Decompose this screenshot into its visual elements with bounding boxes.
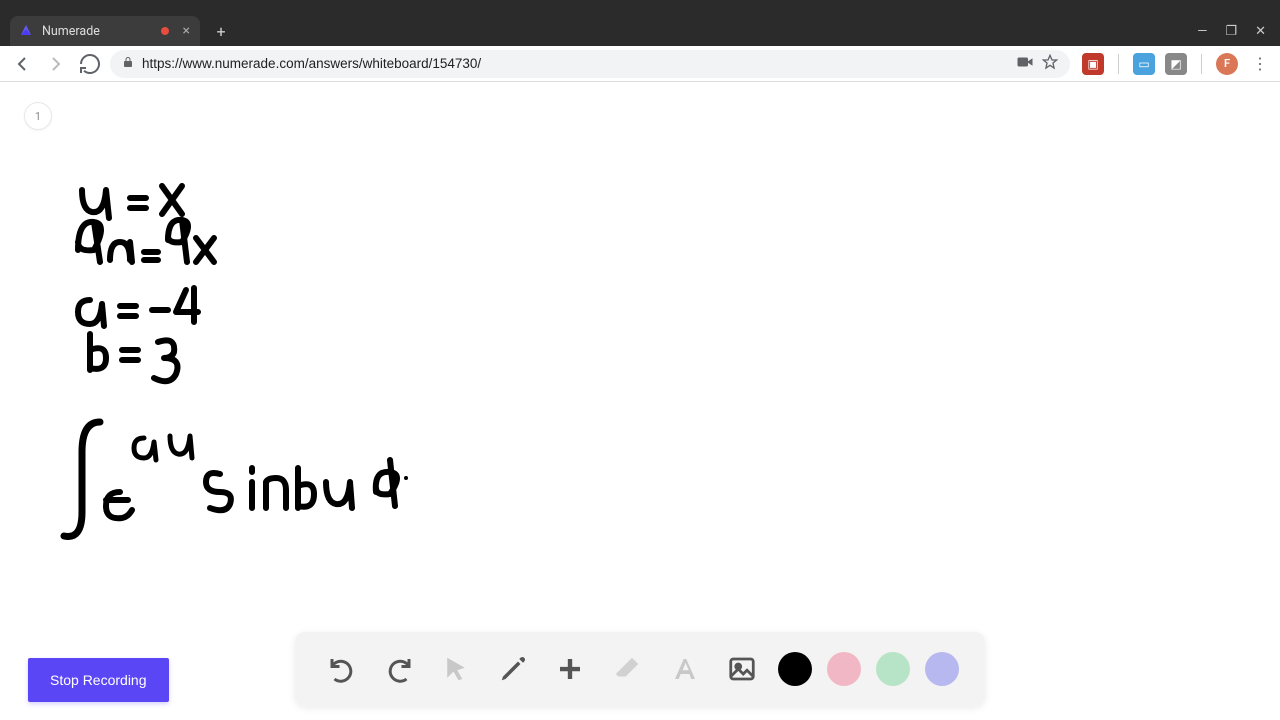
extension-3-icon[interactable]: ◩ (1165, 53, 1187, 75)
whiteboard-toolbar (295, 632, 985, 706)
window-minimize-button[interactable]: — (1197, 24, 1207, 39)
browser-menu-button[interactable]: ⋮ (1248, 54, 1272, 73)
separator (1118, 54, 1119, 74)
image-tool-button[interactable] (721, 648, 763, 690)
nav-forward-button[interactable] (42, 50, 70, 78)
window-restore-button[interactable]: ❐ (1225, 24, 1237, 39)
lock-icon (122, 56, 134, 71)
tab-numerade[interactable]: Numerade × (10, 16, 200, 46)
bookmark-star-button[interactable] (1042, 54, 1058, 74)
address-bar-row: ▣ ▭ ◩ F ⋮ (0, 46, 1280, 82)
undo-button[interactable] (321, 648, 363, 690)
text-tool-button[interactable] (664, 648, 706, 690)
handwriting-layer (60, 172, 480, 592)
tab-close-button[interactable]: × (183, 24, 190, 38)
extension-2-icon[interactable]: ▭ (1133, 53, 1155, 75)
pen-tool-button[interactable] (492, 648, 534, 690)
redo-button[interactable] (378, 648, 420, 690)
tab-favicon-icon (18, 23, 34, 39)
eraser-tool-button[interactable] (606, 648, 648, 690)
window-close-button[interactable]: ✕ (1255, 24, 1266, 39)
whiteboard-canvas[interactable]: 1 (0, 82, 1280, 720)
tab-title: Numerade (42, 24, 100, 39)
window-title-bar (0, 0, 1280, 14)
color-swatch-green[interactable] (876, 652, 910, 686)
profile-avatar[interactable]: F (1216, 53, 1238, 75)
separator (1201, 54, 1202, 74)
extension-icons: ▣ ▭ ◩ F ⋮ (1076, 53, 1272, 75)
color-swatch-pink[interactable] (827, 652, 861, 686)
address-bar[interactable] (110, 50, 1070, 78)
color-swatch-purple[interactable] (925, 652, 959, 686)
add-tool-button[interactable] (549, 648, 591, 690)
nav-reload-button[interactable] (76, 50, 104, 78)
recording-indicator-icon (161, 27, 169, 35)
pointer-tool-button[interactable] (435, 648, 477, 690)
extension-1-icon[interactable]: ▣ (1082, 53, 1104, 75)
color-swatch-black[interactable] (778, 652, 812, 686)
camera-icon[interactable] (1016, 55, 1034, 73)
tab-strip: Numerade × + — ❐ ✕ (0, 14, 1280, 46)
page-number-badge[interactable]: 1 (24, 102, 52, 130)
window-controls: — ❐ ✕ (1197, 16, 1280, 46)
new-tab-button[interactable]: + (208, 18, 234, 44)
nav-back-button[interactable] (8, 50, 36, 78)
url-input[interactable] (142, 56, 1008, 71)
stop-recording-button[interactable]: Stop Recording (28, 658, 169, 702)
